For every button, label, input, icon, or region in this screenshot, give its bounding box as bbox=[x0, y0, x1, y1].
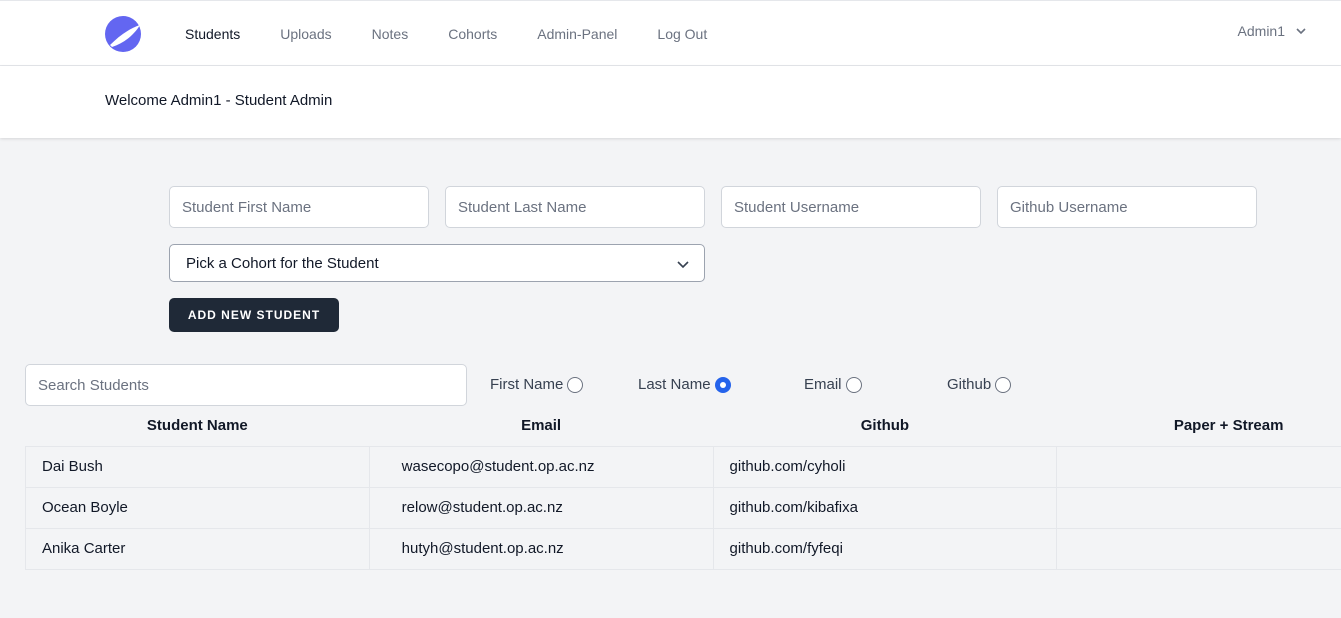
radio-button[interactable] bbox=[995, 376, 1012, 393]
main-nav: Students Uploads Notes Cohorts Admin-Pan… bbox=[165, 1, 727, 68]
user-menu[interactable]: Admin1 bbox=[1238, 23, 1307, 39]
cell-github: github.com/cyholi bbox=[712, 445, 1058, 488]
page-header: Welcome Admin1 - Student Admin bbox=[0, 66, 1341, 138]
cell-github: github.com/kibafixa bbox=[712, 486, 1058, 529]
github-username-input[interactable] bbox=[997, 186, 1257, 228]
search-input[interactable] bbox=[25, 364, 467, 406]
radio-last-name[interactable]: Last Name bbox=[638, 376, 731, 393]
chevron-down-icon bbox=[677, 261, 689, 269]
radio-label: Email bbox=[804, 376, 842, 393]
logo-icon[interactable] bbox=[104, 15, 142, 53]
cell-email: relow@student.op.ac.nz bbox=[368, 486, 714, 529]
radio-github[interactable]: Github bbox=[947, 376, 1012, 393]
column-header-email[interactable]: Email bbox=[369, 406, 713, 446]
cohort-select[interactable]: Pick a Cohort for the Student bbox=[169, 244, 705, 282]
cell-paper bbox=[1056, 445, 1341, 488]
nav-log-out[interactable]: Log Out bbox=[637, 1, 727, 67]
radio-button[interactable] bbox=[845, 376, 862, 393]
nav-cohorts[interactable]: Cohorts bbox=[428, 1, 517, 67]
column-header-paper[interactable]: Paper + Stream bbox=[1057, 406, 1341, 446]
cell-name: Dai Bush bbox=[25, 445, 370, 488]
students-table: Student Name Email Github Paper + Stream… bbox=[25, 406, 1341, 570]
radio-label: Github bbox=[947, 376, 992, 393]
cohort-select-value: Pick a Cohort for the Student bbox=[186, 254, 379, 272]
username-input[interactable] bbox=[721, 186, 981, 228]
table-row[interactable]: Anika Carter hutyh@student.op.ac.nz gith… bbox=[25, 527, 1341, 570]
nav-notes[interactable]: Notes bbox=[352, 1, 429, 67]
table-row[interactable]: Dai Bush wasecopo@student.op.ac.nz githu… bbox=[25, 445, 1341, 488]
add-student-button[interactable]: ADD NEW STUDENT bbox=[169, 298, 339, 332]
nav-students[interactable]: Students bbox=[165, 1, 260, 68]
user-name: Admin1 bbox=[1237, 23, 1285, 39]
top-nav-bar: Students Uploads Notes Cohorts Admin-Pan… bbox=[0, 0, 1341, 68]
cell-name: Ocean Boyle bbox=[25, 486, 370, 529]
chevron-down-icon bbox=[1296, 28, 1306, 35]
first-name-input[interactable] bbox=[169, 186, 429, 228]
cell-email: hutyh@student.op.ac.nz bbox=[368, 527, 714, 570]
cell-github: github.com/fyfeqi bbox=[712, 527, 1058, 570]
nav-uploads[interactable]: Uploads bbox=[260, 1, 351, 67]
table-row[interactable]: Ocean Boyle relow@student.op.ac.nz githu… bbox=[25, 486, 1341, 529]
page-title: Welcome Admin1 - Student Admin bbox=[105, 92, 333, 109]
last-name-input[interactable] bbox=[445, 186, 705, 228]
column-header-github[interactable]: Github bbox=[713, 406, 1057, 446]
cell-paper bbox=[1056, 486, 1341, 529]
radio-email[interactable]: Email bbox=[804, 376, 862, 393]
cell-name: Anika Carter bbox=[25, 527, 370, 570]
radio-first-name[interactable]: First Name bbox=[490, 376, 584, 393]
table-header-row: Student Name Email Github Paper + Stream bbox=[26, 406, 1341, 446]
nav-admin-panel[interactable]: Admin-Panel bbox=[517, 1, 637, 67]
column-header-name[interactable]: Student Name bbox=[26, 406, 370, 446]
radio-button-checked[interactable] bbox=[714, 376, 731, 393]
radio-label: First Name bbox=[490, 376, 564, 393]
radio-button[interactable] bbox=[567, 376, 584, 393]
radio-label: Last Name bbox=[638, 376, 711, 393]
cell-paper bbox=[1056, 527, 1341, 570]
cell-email: wasecopo@student.op.ac.nz bbox=[368, 445, 714, 488]
